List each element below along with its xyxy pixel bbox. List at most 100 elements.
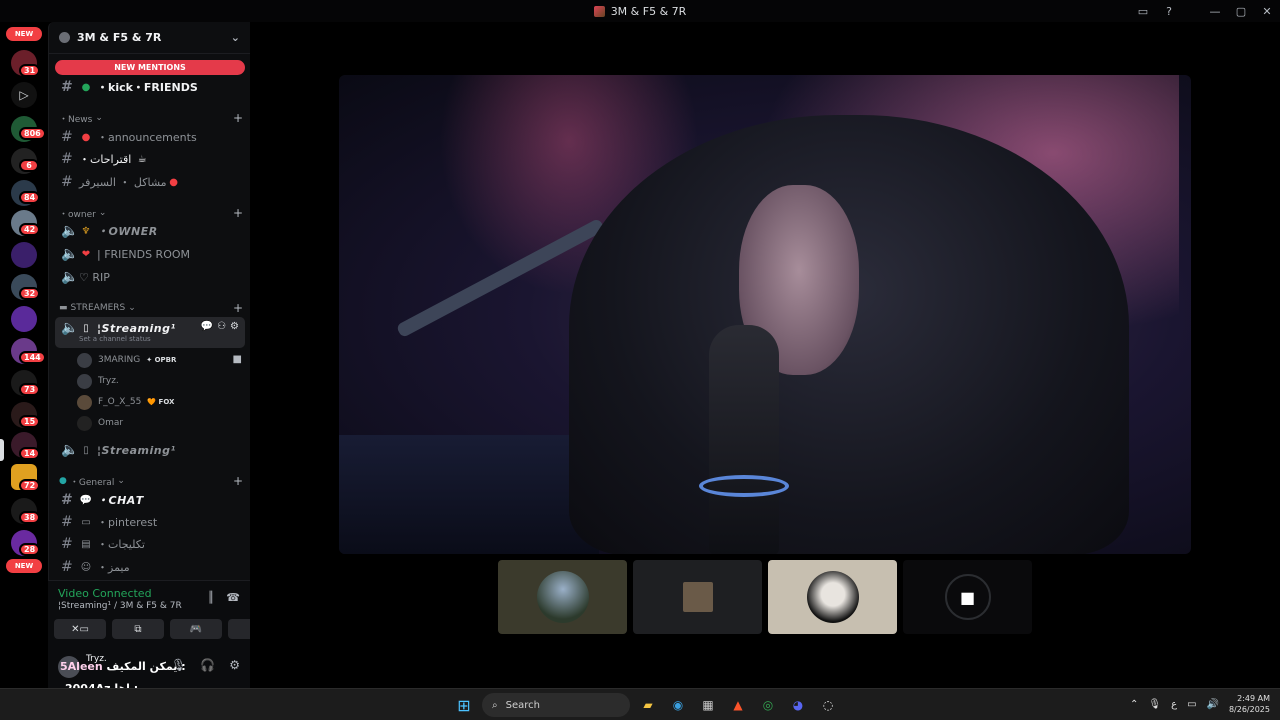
window-title: 3M & F5 & 7R (593, 4, 687, 18)
close-button[interactable]: ✕ (1254, 5, 1280, 18)
participant-tile[interactable] (768, 560, 897, 634)
headphones-icon[interactable]: 🎧 (200, 658, 215, 672)
streamers-icon: ▬ (59, 303, 68, 313)
avatar (77, 415, 92, 431)
server-badge: 28 (19, 543, 41, 556)
channel-pinterest[interactable]: # ▭ ・pinterest (55, 511, 245, 533)
screen-share-button[interactable]: ⧉ (112, 619, 164, 639)
chevron-down-icon: ⌄ (98, 208, 107, 218)
channel-chat[interactable]: # 💬 ・𝘾𝙃𝘼𝙏 (55, 489, 245, 511)
add-channel-icon[interactable]: + (233, 206, 243, 220)
channel-suggestions[interactable]: # ・اقتراحات ☕ (55, 148, 245, 170)
server-badge: 32 (19, 287, 41, 300)
play-icon[interactable]: ▷ (11, 82, 37, 108)
speaker-icon: 🔈 (61, 442, 79, 458)
video-camera-icon: ■ (944, 574, 991, 620)
participant-tile[interactable] (498, 560, 627, 634)
category-news[interactable]: ・News ⌄ + (59, 111, 243, 125)
brave-icon[interactable]: ▲ (726, 693, 750, 717)
participant-tile[interactable]: ■ (903, 560, 1032, 634)
store-icon[interactable]: ▦ (696, 693, 720, 717)
selected-server-pill (0, 439, 4, 461)
category-owner[interactable]: ・owner ⌄ + (59, 206, 243, 220)
server-badge: 72 (19, 479, 41, 492)
channel-friends-room[interactable]: 🔈 ❤ | FRIENDS ROOM (55, 243, 245, 265)
channel-status[interactable]: Set a channel status (79, 335, 151, 343)
green-dot-icon: ● (81, 81, 91, 93)
channel-streaming-2[interactable]: 🔈 ▯ ¦𝙎𝙩𝙧𝙚𝙖𝙢𝙞𝙣𝙜¹ (55, 439, 245, 461)
maximize-button[interactable]: ▢ (1228, 5, 1254, 18)
voice-panel: Video Connected ¦Streaming¹ / 3M & F5 & … (48, 580, 280, 644)
search-icon: ⌕ (492, 699, 498, 711)
taskbar-search[interactable]: ⌕ Search (482, 693, 630, 717)
disconnect-icon[interactable]: ☎ (226, 591, 240, 604)
avatar (682, 582, 713, 612)
server-badge: 31 (19, 64, 41, 77)
hash-icon: # (61, 129, 73, 145)
category-streamers[interactable]: ▬ STREAMERS ⌄ + (59, 301, 243, 315)
windows-start-icon[interactable]: ⊞ (452, 693, 476, 717)
avatar (536, 571, 589, 623)
channel-server-issues[interactable]: # مشاكل ・ السيرفر ● (55, 171, 245, 193)
add-channel-icon[interactable]: + (233, 111, 243, 125)
minimize-button[interactable]: — (1202, 5, 1228, 18)
participant-tile[interactable] (633, 560, 762, 634)
edge-icon[interactable]: ◉ (666, 693, 690, 717)
trident-icon: ♆ (81, 225, 91, 237)
speaker-icon: 🔈 (61, 223, 79, 239)
activity-button[interactable]: 🎮 (170, 619, 222, 639)
window-title-text: 3M & F5 & 7R (610, 4, 687, 18)
channel-screenshots[interactable]: # ▤ ・تكليجات (55, 533, 245, 555)
chrome-icon[interactable]: ◎ (756, 693, 780, 717)
time: 2:49 AM (1237, 694, 1270, 703)
emoji-icon: ☺ (80, 561, 92, 573)
server-icon[interactable] (11, 242, 37, 268)
channel-kick[interactable]: # ● ・kick・FRIENDS (55, 76, 245, 98)
stream-overlay-message: 5Aleen يمكن المكيف : (60, 660, 186, 673)
chevron-down-icon: ⌄ (230, 31, 240, 44)
voice-location[interactable]: ¦Streaming¹ / 3M & F5 & 7R (58, 601, 182, 611)
clock[interactable]: 2:49 AM 8/26/2025 (1229, 693, 1270, 715)
voice-member[interactable]: 3MARING ✦ OPBR (77, 350, 176, 370)
microphone-icon[interactable]: 🎙 (1148, 699, 1161, 710)
chevron-up-icon[interactable]: ⌃ (1130, 699, 1138, 710)
guild-header[interactable]: 3M & F5 & 7R ⌄ (49, 22, 250, 54)
server-icon[interactable] (11, 306, 37, 332)
noise-suppression-icon[interactable]: ║ (208, 591, 215, 604)
add-channel-icon[interactable]: + (233, 301, 243, 315)
video-camera-icon: ■ (232, 354, 242, 365)
voice-status[interactable]: Video Connected (58, 587, 152, 600)
channel-media[interactable]: # ☺ ・ميمز (55, 556, 245, 578)
gear-icon[interactable]: ⚙ (229, 658, 240, 672)
avatar (77, 352, 92, 368)
category-general[interactable]: ● ・General ⌄ + (59, 474, 243, 488)
help-icon[interactable]: ? (1156, 5, 1182, 18)
add-channel-icon[interactable]: + (233, 474, 243, 488)
camera-off-button[interactable]: ✕▭ (54, 619, 106, 639)
voice-member[interactable]: Omar (77, 413, 123, 433)
file-explorer-icon[interactable]: ▰ (636, 693, 660, 717)
hash-icon: # (61, 492, 73, 508)
new-mentions-banner[interactable]: NEW MENTIONS (55, 60, 245, 75)
speaker-icon: 🔈 (61, 269, 79, 285)
volume-icon[interactable]: 🔊 (1207, 699, 1219, 710)
hash-icon: # (61, 151, 73, 167)
inbox-icon[interactable]: ▭ (1130, 5, 1156, 18)
voice-buttons: ✕▭ ⧉ 🎮 ✷ (54, 619, 280, 639)
channel-rip[interactable]: 🔈 ♡ RIP (55, 266, 245, 288)
voice-member[interactable]: F_O_X_55 🧡 FOX (77, 392, 174, 412)
server-badge: 73 (19, 383, 41, 396)
discord-icon[interactable]: ◕ (786, 693, 810, 717)
window-controls: ▭ ? — ▢ ✕ (1130, 0, 1280, 22)
stream-icon: ▯ (83, 322, 89, 334)
display-icon[interactable]: ▭ (1187, 699, 1196, 710)
avatar (806, 571, 859, 623)
server-badge: 144 (19, 351, 46, 364)
app-icon[interactable]: ◌ (816, 693, 840, 717)
server-badge: 42 (19, 223, 41, 236)
voice-member[interactable]: Tryz. (77, 371, 119, 391)
channel-owner[interactable]: 🔈 ♆ ・𝙊𝙒𝙉𝙀𝙍 (55, 220, 245, 242)
main-video[interactable] (339, 75, 1191, 554)
language-indicator[interactable]: ع (1171, 699, 1177, 710)
channel-announcements[interactable]: # ● ・announcements (55, 126, 245, 148)
